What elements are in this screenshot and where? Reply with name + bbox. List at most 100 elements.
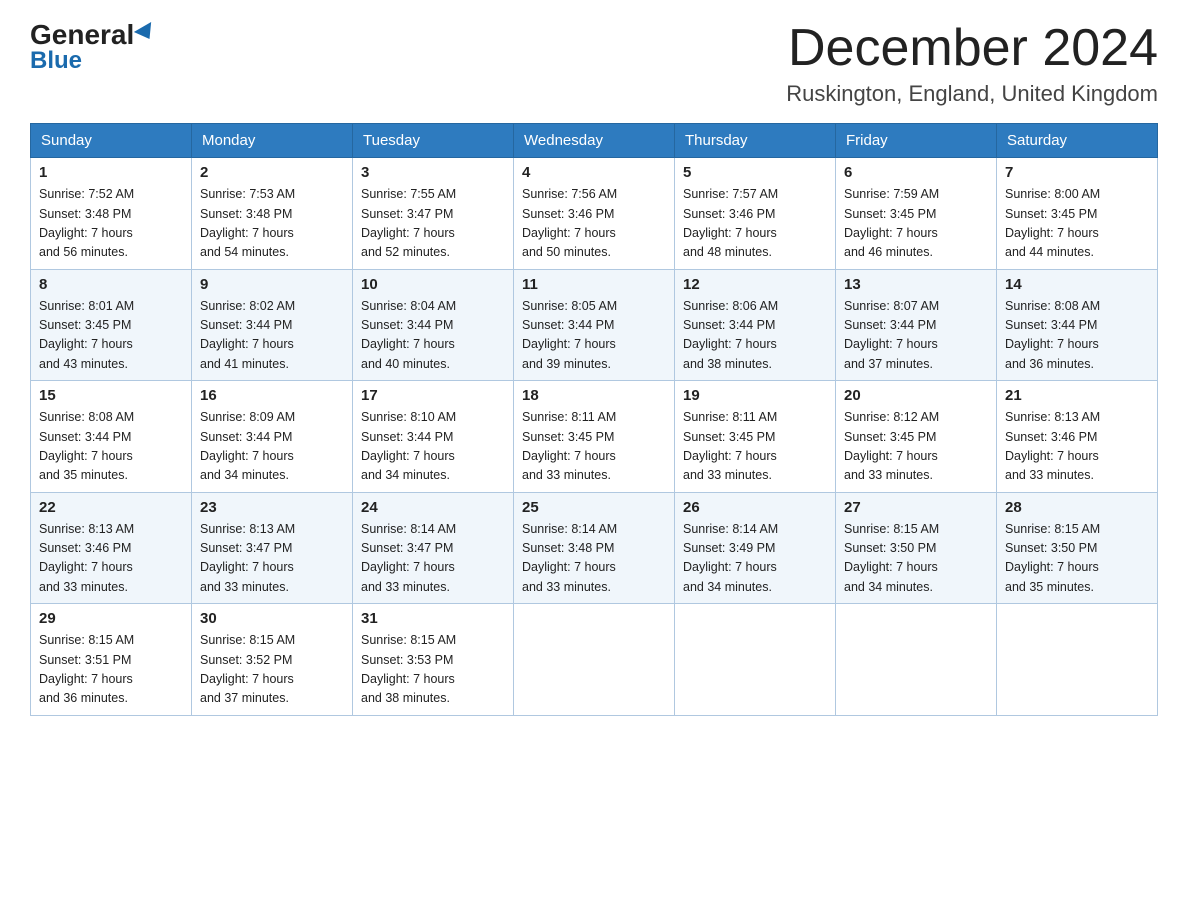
day-cell — [514, 604, 675, 716]
day-info: Sunrise: 8:15 AMSunset: 3:51 PMDaylight:… — [39, 631, 183, 709]
day-number: 22 — [39, 499, 183, 516]
day-number: 16 — [200, 387, 344, 404]
header-thursday: Thursday — [675, 124, 836, 158]
day-number: 23 — [200, 499, 344, 516]
day-info: Sunrise: 8:09 AMSunset: 3:44 PMDaylight:… — [200, 408, 344, 486]
day-number: 19 — [683, 387, 827, 404]
day-info: Sunrise: 8:07 AMSunset: 3:44 PMDaylight:… — [844, 297, 988, 375]
day-info: Sunrise: 8:00 AMSunset: 3:45 PMDaylight:… — [1005, 185, 1149, 263]
day-number: 26 — [683, 499, 827, 516]
day-number: 29 — [39, 610, 183, 627]
week-row-5: 29 Sunrise: 8:15 AMSunset: 3:51 PMDayligh… — [31, 604, 1158, 716]
day-cell: 23 Sunrise: 8:13 AMSunset: 3:47 PMDayligh… — [192, 492, 353, 604]
day-number: 9 — [200, 276, 344, 293]
location-title: Ruskington, England, United Kingdom — [786, 81, 1158, 107]
month-title: December 2024 — [786, 20, 1158, 77]
day-info: Sunrise: 8:08 AMSunset: 3:44 PMDaylight:… — [1005, 297, 1149, 375]
day-number: 4 — [522, 164, 666, 181]
day-cell: 15 Sunrise: 8:08 AMSunset: 3:44 PMDayligh… — [31, 381, 192, 493]
day-info: Sunrise: 8:15 AMSunset: 3:53 PMDaylight:… — [361, 631, 505, 709]
day-cell: 17Sunrise: 8:10 AMSunset: 3:44 PMDayligh… — [353, 381, 514, 493]
week-row-4: 22 Sunrise: 8:13 AMSunset: 3:46 PMDayligh… — [31, 492, 1158, 604]
day-cell: 14 Sunrise: 8:08 AMSunset: 3:44 PMDayligh… — [997, 269, 1158, 381]
day-number: 7 — [1005, 164, 1149, 181]
day-info: Sunrise: 8:13 AMSunset: 3:46 PMDaylight:… — [39, 520, 183, 598]
day-info: Sunrise: 7:59 AMSunset: 3:45 PMDaylight:… — [844, 185, 988, 263]
logo-triangle-icon — [134, 22, 158, 44]
day-cell: 1 Sunrise: 7:52 AMSunset: 3:48 PMDaylight… — [31, 158, 192, 270]
day-cell: 26 Sunrise: 8:14 AMSunset: 3:49 PMDayligh… — [675, 492, 836, 604]
day-number: 11 — [522, 276, 666, 293]
day-cell — [675, 604, 836, 716]
day-cell: 20Sunrise: 8:12 AMSunset: 3:45 PMDayligh… — [836, 381, 997, 493]
day-cell: 18 Sunrise: 8:11 AMSunset: 3:45 PMDayligh… — [514, 381, 675, 493]
day-cell: 13 Sunrise: 8:07 AMSunset: 3:44 PMDayligh… — [836, 269, 997, 381]
day-cell: 30 Sunrise: 8:15 AMSunset: 3:52 PMDayligh… — [192, 604, 353, 716]
day-number: 8 — [39, 276, 183, 293]
day-number: 5 — [683, 164, 827, 181]
day-info: Sunrise: 8:13 AMSunset: 3:47 PMDaylight:… — [200, 520, 344, 598]
day-info: Sunrise: 7:55 AMSunset: 3:47 PMDaylight:… — [361, 185, 505, 263]
day-cell: 16 Sunrise: 8:09 AMSunset: 3:44 PMDayligh… — [192, 381, 353, 493]
day-cell: 29 Sunrise: 8:15 AMSunset: 3:51 PMDayligh… — [31, 604, 192, 716]
day-number: 2 — [200, 164, 344, 181]
day-cell: 27 Sunrise: 8:15 AMSunset: 3:50 PMDayligh… — [836, 492, 997, 604]
day-info: Sunrise: 8:15 AMSunset: 3:50 PMDaylight:… — [844, 520, 988, 598]
day-cell: 10 Sunrise: 8:04 AMSunset: 3:44 PMDayligh… — [353, 269, 514, 381]
day-info: Sunrise: 8:11 AMSunset: 3:45 PMDaylight:… — [522, 408, 666, 486]
day-number: 31 — [361, 610, 505, 627]
day-number: 13 — [844, 276, 988, 293]
day-info: Sunrise: 8:05 AMSunset: 3:44 PMDaylight:… — [522, 297, 666, 375]
header-sunday: Sunday — [31, 124, 192, 158]
header-wednesday: Wednesday — [514, 124, 675, 158]
day-cell: 22 Sunrise: 8:13 AMSunset: 3:46 PMDayligh… — [31, 492, 192, 604]
day-number: 30 — [200, 610, 344, 627]
week-row-2: 8Sunrise: 8:01 AMSunset: 3:45 PMDaylight… — [31, 269, 1158, 381]
day-cell: 24 Sunrise: 8:14 AMSunset: 3:47 PMDayligh… — [353, 492, 514, 604]
logo-blue: Blue — [30, 47, 82, 75]
day-info: Sunrise: 7:52 AMSunset: 3:48 PMDaylight:… — [39, 185, 183, 263]
day-info: Sunrise: 8:14 AMSunset: 3:47 PMDaylight:… — [361, 520, 505, 598]
day-number: 12 — [683, 276, 827, 293]
day-number: 15 — [39, 387, 183, 404]
day-info: Sunrise: 8:14 AMSunset: 3:49 PMDaylight:… — [683, 520, 827, 598]
week-row-3: 15 Sunrise: 8:08 AMSunset: 3:44 PMDayligh… — [31, 381, 1158, 493]
day-info: Sunrise: 8:15 AMSunset: 3:52 PMDaylight:… — [200, 631, 344, 709]
page-header: General Blue December 2024 Ruskington, E… — [30, 20, 1158, 107]
day-cell: 2 Sunrise: 7:53 AMSunset: 3:48 PMDaylight… — [192, 158, 353, 270]
day-cell: 11 Sunrise: 8:05 AMSunset: 3:44 PMDayligh… — [514, 269, 675, 381]
day-cell — [997, 604, 1158, 716]
day-cell: 6 Sunrise: 7:59 AMSunset: 3:45 PMDaylight… — [836, 158, 997, 270]
day-number: 20 — [844, 387, 988, 404]
calendar-table: SundayMondayTuesdayWednesdayThursdayFrid… — [30, 123, 1158, 716]
header-monday: Monday — [192, 124, 353, 158]
header-tuesday: Tuesday — [353, 124, 514, 158]
day-info: Sunrise: 8:02 AMSunset: 3:44 PMDaylight:… — [200, 297, 344, 375]
day-number: 24 — [361, 499, 505, 516]
day-cell: 9 Sunrise: 8:02 AMSunset: 3:44 PMDaylight… — [192, 269, 353, 381]
week-row-1: 1 Sunrise: 7:52 AMSunset: 3:48 PMDaylight… — [31, 158, 1158, 270]
header-saturday: Saturday — [997, 124, 1158, 158]
day-number: 1 — [39, 164, 183, 181]
day-number: 6 — [844, 164, 988, 181]
day-info: Sunrise: 7:57 AMSunset: 3:46 PMDaylight:… — [683, 185, 827, 263]
day-info: Sunrise: 8:13 AMSunset: 3:46 PMDaylight:… — [1005, 408, 1149, 486]
day-info: Sunrise: 8:08 AMSunset: 3:44 PMDaylight:… — [39, 408, 183, 486]
day-number: 10 — [361, 276, 505, 293]
day-info: Sunrise: 8:15 AMSunset: 3:50 PMDaylight:… — [1005, 520, 1149, 598]
day-number: 27 — [844, 499, 988, 516]
day-number: 28 — [1005, 499, 1149, 516]
day-cell: 3Sunrise: 7:55 AMSunset: 3:47 PMDaylight… — [353, 158, 514, 270]
day-number: 14 — [1005, 276, 1149, 293]
day-number: 18 — [522, 387, 666, 404]
day-cell: 28 Sunrise: 8:15 AMSunset: 3:50 PMDayligh… — [997, 492, 1158, 604]
day-info: Sunrise: 7:53 AMSunset: 3:48 PMDaylight:… — [200, 185, 344, 263]
day-info: Sunrise: 8:14 AMSunset: 3:48 PMDaylight:… — [522, 520, 666, 598]
day-cell: 4Sunrise: 7:56 AMSunset: 3:46 PMDaylight… — [514, 158, 675, 270]
day-cell: 19Sunrise: 8:11 AMSunset: 3:45 PMDayligh… — [675, 381, 836, 493]
day-cell — [836, 604, 997, 716]
day-cell: 25Sunrise: 8:14 AMSunset: 3:48 PMDayligh… — [514, 492, 675, 604]
day-cell: 31 Sunrise: 8:15 AMSunset: 3:53 PMDayligh… — [353, 604, 514, 716]
day-info: Sunrise: 8:04 AMSunset: 3:44 PMDaylight:… — [361, 297, 505, 375]
calendar-header-row: SundayMondayTuesdayWednesdayThursdayFrid… — [31, 124, 1158, 158]
